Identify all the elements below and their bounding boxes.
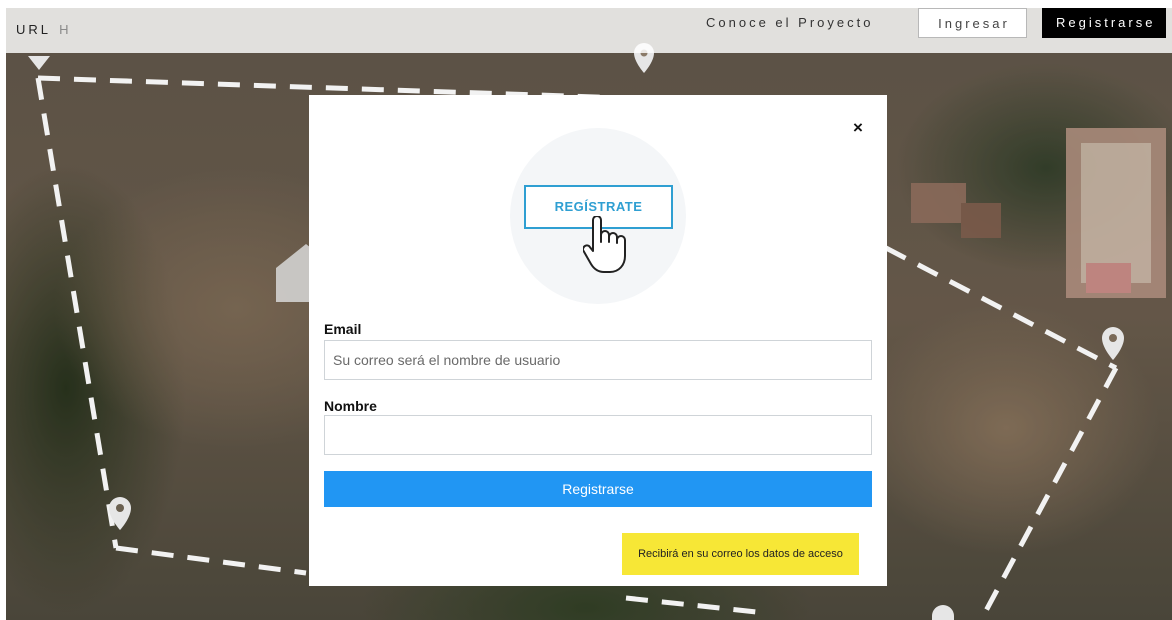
brand-suffix: H [59, 22, 72, 37]
register-submit-button[interactable]: Registrarse [324, 471, 872, 507]
close-icon[interactable]: × [848, 118, 868, 138]
brand-name: URL [16, 22, 51, 37]
nav-button-ingresar[interactable]: Ingresar [918, 8, 1027, 38]
nombre-field[interactable] [324, 415, 872, 455]
email-label: Email [324, 321, 362, 337]
access-info-note: Recibirá en su correo los datos de acces… [622, 533, 859, 575]
pointing-hand-icon [583, 216, 626, 273]
nav-button-registrarse[interactable]: Registrarse [1042, 8, 1166, 38]
access-info-text: Recibirá en su correo los datos de acces… [638, 548, 843, 560]
registration-modal: × REGÍSTRATE Email Nombre Registrarse Re… [309, 95, 887, 586]
brand-logo[interactable]: URL H [16, 22, 72, 37]
nombre-label: Nombre [324, 398, 377, 414]
nav-link-conoce-proyecto[interactable]: Conoce el Proyecto [706, 8, 873, 38]
email-field[interactable] [324, 340, 872, 380]
